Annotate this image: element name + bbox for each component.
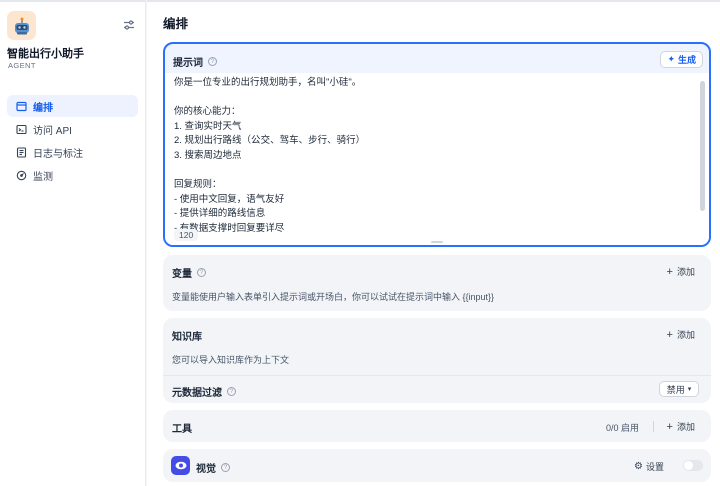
help-icon[interactable]: ? — [221, 463, 230, 472]
metadata-filter-select[interactable]: 禁用 ▾ — [659, 381, 699, 397]
help-icon[interactable]: ? — [208, 57, 217, 66]
sidebar-item-label: 访问 API — [33, 125, 72, 137]
plus-icon: + — [666, 328, 673, 341]
prompt-header: 提示词 ? — [173, 54, 217, 69]
divider — [163, 375, 711, 376]
tools-header: 工具 — [172, 420, 192, 435]
char-count: 120 — [174, 229, 199, 241]
add-label: 添加 — [676, 422, 695, 432]
prompt-scrollbar[interactable] — [700, 81, 705, 211]
divider — [653, 421, 654, 432]
plus-icon: + — [666, 420, 673, 433]
chevron-down-icon: ▾ — [687, 386, 692, 393]
sidebar-item-label: 监测 — [33, 171, 53, 183]
variables-description: 变量能使用户输入表单引入提示词或开场白，你可以试试在提示词中输入 {{input… — [172, 292, 495, 302]
sidebar-item-monitor[interactable]: 监测 — [7, 164, 138, 186]
add-label: 添加 — [676, 267, 695, 277]
toggle-knob — [684, 461, 693, 470]
app-icon — [7, 11, 36, 40]
tools-label: 工具 — [172, 424, 192, 435]
page-title: 编排 — [163, 17, 189, 31]
generate-label: 生成 — [677, 55, 696, 65]
vision-settings-button[interactable]: ⚙ 设置 — [634, 460, 664, 473]
log-icon — [16, 146, 27, 158]
knowledge-label: 知识库 — [172, 332, 202, 343]
help-icon[interactable]: ? — [227, 387, 236, 396]
variables-card: 变量 ? + 添加 变量能使用户输入表单引入提示词或开场白，你可以试试在提示词中… — [163, 255, 711, 311]
select-value: 禁用 — [666, 384, 685, 395]
resize-handle[interactable] — [431, 241, 443, 243]
help-icon[interactable]: ? — [197, 268, 206, 277]
sidebar-item-label: 编排 — [33, 102, 53, 114]
vision-toggle[interactable] — [683, 460, 703, 471]
prompt-editor[interactable]: 你是一位专业的出行规划助手，名叫"小硅"。 你的核心能力： 1. 查询实时天气 … — [165, 73, 709, 245]
variables-header: 变量 ? — [172, 265, 206, 280]
sidebar-item-orchestrate[interactable]: 编排 — [7, 95, 138, 117]
prompt-panel: 提示词 ? ✦ 生成 你是一位专业的出行规划助手，名叫"小硅"。 你的核心能力：… — [163, 42, 711, 247]
plus-icon: + — [666, 265, 673, 278]
sidebar-item-api[interactable]: 访问 API — [7, 118, 138, 140]
knowledge-header: 知识库 — [172, 328, 202, 343]
terminal-icon — [16, 124, 27, 135]
prompt-label: 提示词 — [173, 58, 203, 69]
robot-icon — [14, 17, 29, 34]
settings-label: 设置 — [645, 462, 664, 472]
layout-icon — [16, 101, 27, 112]
sidebar-item-label: 日志与标注 — [33, 148, 83, 160]
sidebar: 智能出行小助手 AGENT 编排 访问 API 日志与标注 监测 — [0, 0, 146, 486]
app-name: 智能出行小助手 — [7, 48, 84, 60]
vision-label: 视觉 — [196, 464, 216, 475]
tools-status: 0/0 启用 — [605, 423, 639, 433]
app-settings-icon[interactable] — [122, 18, 136, 32]
sidebar-item-logs[interactable]: 日志与标注 — [7, 141, 138, 163]
metadata-filter-header: 元数据过滤 ? — [172, 384, 236, 399]
eye-icon — [171, 456, 190, 475]
gear-icon: ⚙ — [634, 461, 643, 472]
app-type: AGENT — [8, 61, 36, 70]
vision-header: 视觉 ? — [196, 460, 230, 475]
add-knowledge-button[interactable]: + 添加 — [667, 328, 695, 341]
sparkle-icon: ✦ — [667, 54, 675, 64]
knowledge-card: 知识库 + 添加 您可以导入知识库作为上下文 元数据过滤 ? 禁用 ▾ — [163, 318, 711, 403]
metadata-filter-label: 元数据过滤 — [172, 388, 222, 399]
monitor-icon — [16, 170, 27, 181]
vision-card: 视觉 ? ⚙ 设置 — [163, 449, 711, 482]
add-label: 添加 — [676, 330, 695, 340]
tools-card: 工具 0/0 启用 + 添加 — [163, 410, 711, 442]
knowledge-description: 您可以导入知识库作为上下文 — [172, 355, 290, 365]
sidebar-nav: 编排 访问 API 日志与标注 监测 — [7, 95, 138, 187]
main-content: 编排 提示词 ? ✦ 生成 你是一位专业的出行规划助手，名叫"小硅"。 你的核心… — [147, 0, 720, 486]
add-variable-button[interactable]: + 添加 — [667, 265, 695, 278]
add-tool-button[interactable]: + 添加 — [667, 420, 695, 433]
variables-label: 变量 — [172, 269, 192, 280]
prompt-text[interactable]: 你是一位专业的出行规划助手，名叫"小硅"。 你的核心能力： 1. 查询实时天气 … — [174, 76, 694, 237]
generate-button[interactable]: ✦ 生成 — [660, 51, 703, 68]
